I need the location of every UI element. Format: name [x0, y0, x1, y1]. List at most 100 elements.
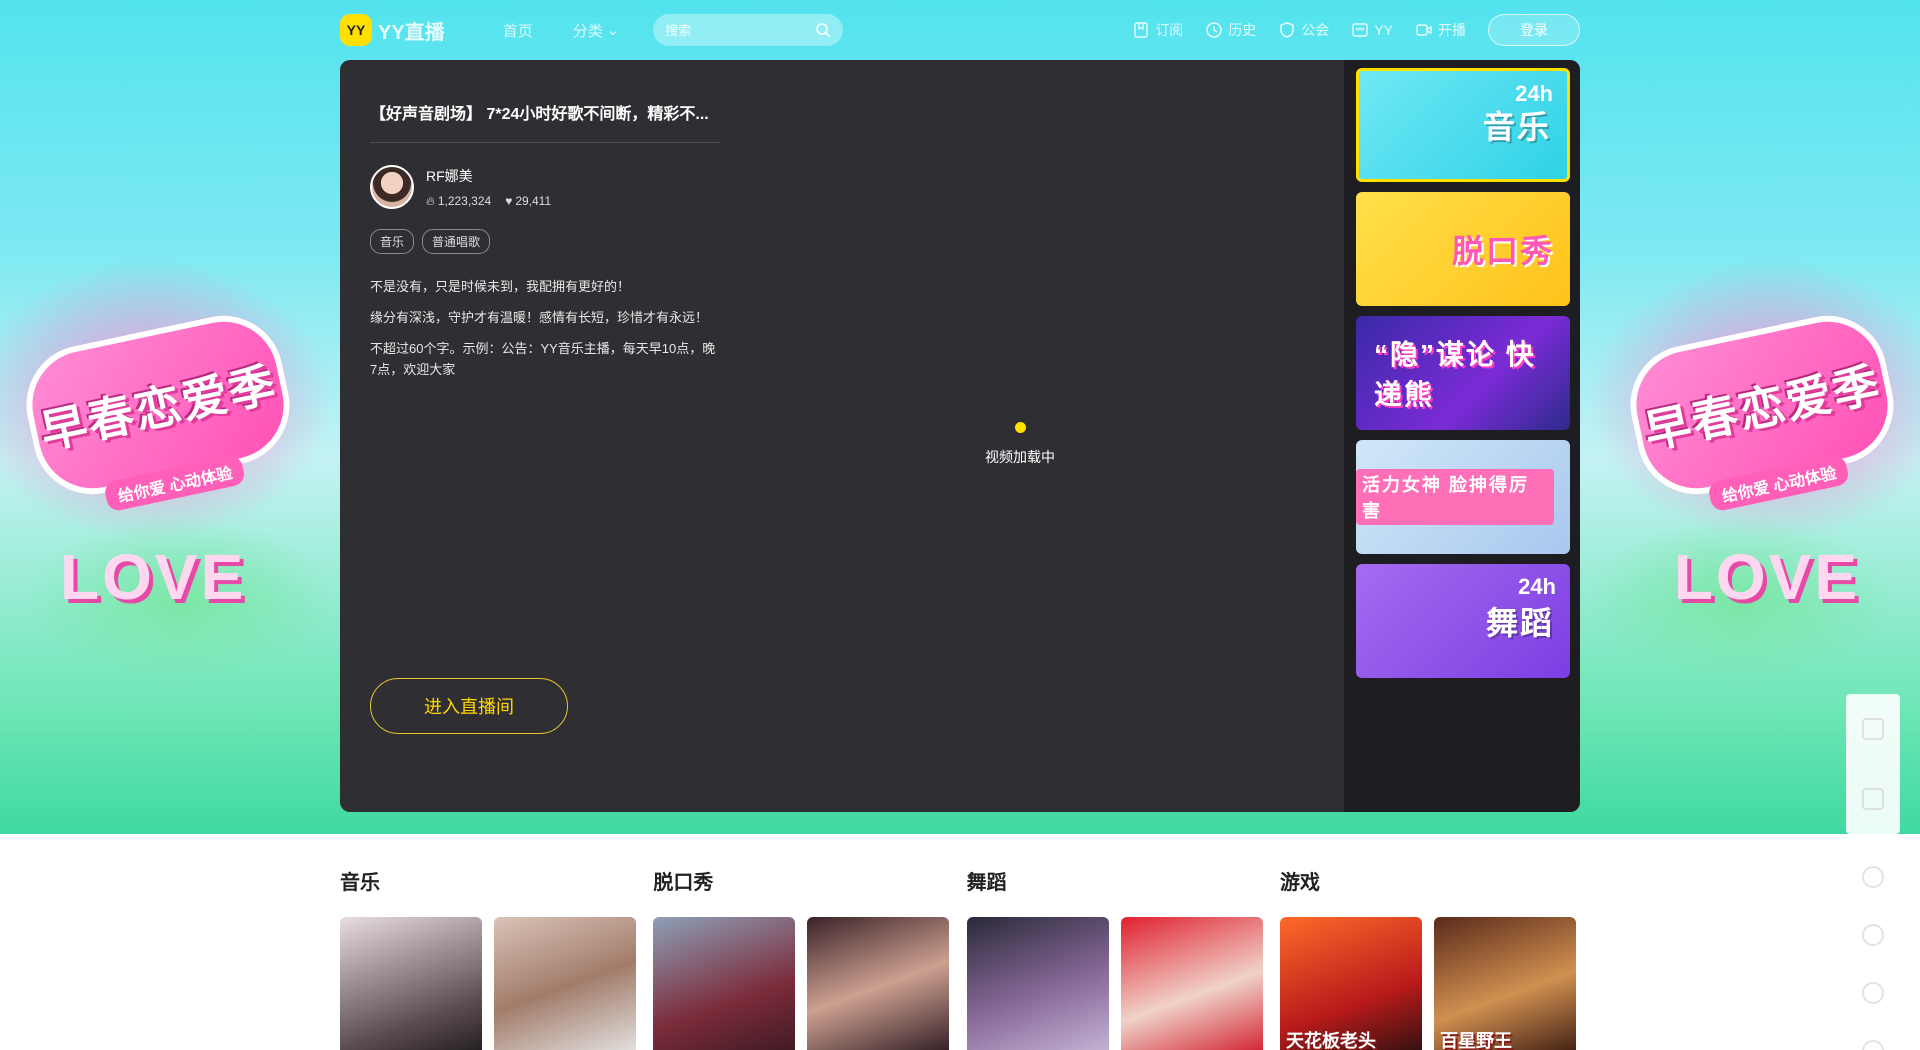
- card-caption: 天花板老头: [1285, 1031, 1376, 1050]
- shield-icon: [1280, 22, 1295, 38]
- description-line: 不超过60个字。示例：公告：YY音乐主播，每天早10点，晚7点，欢迎大家: [370, 341, 716, 377]
- room-title: 【好声音剧场】 7*24小时好歌不间断，精彩不...: [370, 90, 720, 143]
- card-caption: [1121, 1023, 1263, 1050]
- likes-stat: ♥ 29,411: [505, 194, 551, 209]
- channel-thumb-talkshow[interactable]: 脱口秀: [1356, 192, 1570, 306]
- nav-yy[interactable]: YY: [1351, 21, 1393, 39]
- nav-category-label: 分类: [572, 22, 603, 40]
- theme-icon[interactable]: [1862, 1040, 1884, 1050]
- chevron-down-icon: ⌄: [606, 22, 620, 39]
- card-caption: [494, 1023, 636, 1050]
- search-input[interactable]: [665, 22, 806, 38]
- nav-history[interactable]: 历史: [1205, 20, 1256, 40]
- popularity-value: 1,223,324: [437, 194, 492, 208]
- nav-broadcast[interactable]: 开播: [1415, 20, 1466, 40]
- category-title[interactable]: 游戏: [1280, 866, 1580, 895]
- nav-history-label: 历史: [1228, 22, 1257, 38]
- category-dance: 舞蹈: [966, 866, 1267, 1050]
- nav-right: 订阅 历史 公会 YY 开播 登录: [1132, 14, 1580, 46]
- info-icon[interactable]: [1862, 866, 1884, 888]
- category-music: 音乐: [340, 866, 640, 1050]
- tag-item[interactable]: 普通唱歌: [422, 229, 491, 254]
- category-title[interactable]: 脱口秀: [653, 866, 953, 895]
- enter-room-button[interactable]: 进入直播间: [370, 678, 568, 734]
- camera-icon: [1416, 24, 1432, 36]
- live-card[interactable]: [966, 917, 1109, 1050]
- channel-thumb-courier-bear[interactable]: “隐”谋论 快递熊: [1356, 316, 1570, 430]
- clock-icon: [1206, 22, 1223, 38]
- live-card[interactable]: 天花板老头: [1279, 917, 1422, 1050]
- thumb-label: 脱口秀: [1451, 233, 1554, 269]
- logo[interactable]: YY YY直播: [340, 14, 445, 46]
- thumb-label: 音乐: [1482, 109, 1551, 145]
- category-cards: [340, 917, 640, 1050]
- card-caption: [340, 1023, 482, 1050]
- likes-value: 29,411: [515, 194, 552, 208]
- hero-banner-left: 早春恋爱季 给你爱 心动体验: [15, 304, 301, 513]
- description-line: 缘分有深浅，守护才有温暖！感情有长短，珍惜才有永远！: [370, 310, 709, 325]
- category-cards: [966, 917, 1267, 1050]
- popularity-stat: 🔥︎ 1,223,324: [426, 194, 491, 209]
- feedback-icon[interactable]: [1862, 924, 1884, 946]
- love-decoration-left: LOVE: [60, 541, 247, 613]
- yy-icon: [1352, 23, 1369, 37]
- nav-category[interactable]: 分类 ⌄: [573, 20, 620, 41]
- anchor-info: RF娜美 🔥︎ 1,223,324 ♥ 29,411: [370, 165, 720, 209]
- nav-guild-label: 公会: [1301, 22, 1330, 38]
- bookmark-icon: [1134, 22, 1149, 38]
- live-card[interactable]: [653, 917, 796, 1050]
- floating-toolbar: [1846, 694, 1900, 834]
- nav-yy-label: YY: [1374, 22, 1393, 38]
- tag-item[interactable]: 音乐: [370, 229, 415, 254]
- category-section: 音乐 脱口秀 舞蹈 游戏 天花板老头 百星野王: [340, 866, 1580, 1050]
- live-card[interactable]: [807, 917, 950, 1050]
- flame-icon: 🔥︎: [426, 193, 435, 208]
- logo-badge: YY: [340, 14, 372, 46]
- download-icon[interactable]: [1862, 718, 1884, 740]
- video-loading: 视频加载中: [920, 422, 1120, 467]
- category-title[interactable]: 舞蹈: [967, 866, 1267, 895]
- channel-thumb-goddess[interactable]: 活力女神 脸抻得厉害: [1356, 440, 1570, 554]
- thumb-label: 活力女神 脸抻得厉害: [1356, 469, 1554, 525]
- live-card[interactable]: [1120, 917, 1263, 1050]
- anchor-name[interactable]: RF娜美: [426, 166, 551, 186]
- card-caption: [653, 1023, 795, 1050]
- tag-list: 音乐 普通唱歌: [370, 229, 720, 254]
- live-card[interactable]: 百星野王: [1433, 917, 1576, 1050]
- room-description: 不是没有，只是时候未到，我配拥有更好的！ 缘分有深浅，守护才有温暖！感情有长短，…: [370, 276, 720, 380]
- category-title[interactable]: 音乐: [340, 866, 640, 895]
- category-cards: 天花板老头 百星野王: [1279, 917, 1580, 1050]
- top-nav: YY YY直播 首页 分类 ⌄ 订阅 历史 公会 YY 开播 登录: [340, 10, 1580, 50]
- login-button[interactable]: 登录: [1488, 14, 1580, 46]
- nav-guild[interactable]: 公会: [1278, 20, 1329, 40]
- channel-thumb-music[interactable]: 24h 音乐: [1356, 68, 1570, 182]
- category-game: 游戏 天花板老头 百星野王: [1279, 866, 1580, 1050]
- loading-text: 视频加载中: [985, 449, 1055, 465]
- live-card[interactable]: [494, 917, 636, 1050]
- thumb-sub: 24h: [1515, 81, 1553, 106]
- thumb-label: 舞蹈: [1485, 605, 1554, 641]
- anchor-stats: 🔥︎ 1,223,324 ♥ 29,411: [426, 194, 551, 209]
- video-icon[interactable]: [1862, 788, 1884, 810]
- live-card[interactable]: [340, 917, 482, 1050]
- nav-subscribe-label: 订阅: [1155, 22, 1184, 38]
- nav-broadcast-label: 开播: [1438, 22, 1466, 38]
- description-line: 不是没有，只是时候未到，我配拥有更好的！: [370, 279, 631, 294]
- headset-icon[interactable]: [1862, 982, 1884, 1004]
- card-caption: [967, 1023, 1109, 1050]
- loading-indicator: [1014, 422, 1026, 433]
- hero-banner-right: 早春恋爱季 给你爱 心动体验: [1619, 304, 1905, 513]
- heart-icon: ♥: [505, 194, 513, 208]
- card-caption: 百星野王: [1439, 1031, 1512, 1050]
- nav-home[interactable]: 首页: [503, 20, 533, 41]
- anchor-meta: RF娜美 🔥︎ 1,223,324 ♥ 29,411: [426, 166, 551, 209]
- search-icon[interactable]: [815, 22, 831, 38]
- nav-subscribe[interactable]: 订阅: [1132, 20, 1183, 40]
- floating-icons: [1862, 866, 1884, 1050]
- avatar[interactable]: [370, 165, 414, 209]
- search-box: [653, 14, 844, 46]
- player-panel: 【好声音剧场】 7*24小时好歌不间断，精彩不... RF娜美 🔥︎ 1,223…: [340, 60, 1580, 812]
- card-caption: [807, 1023, 949, 1050]
- channel-thumb-dance[interactable]: 24h 舞蹈: [1356, 564, 1570, 678]
- logo-text: YY直播: [378, 21, 445, 44]
